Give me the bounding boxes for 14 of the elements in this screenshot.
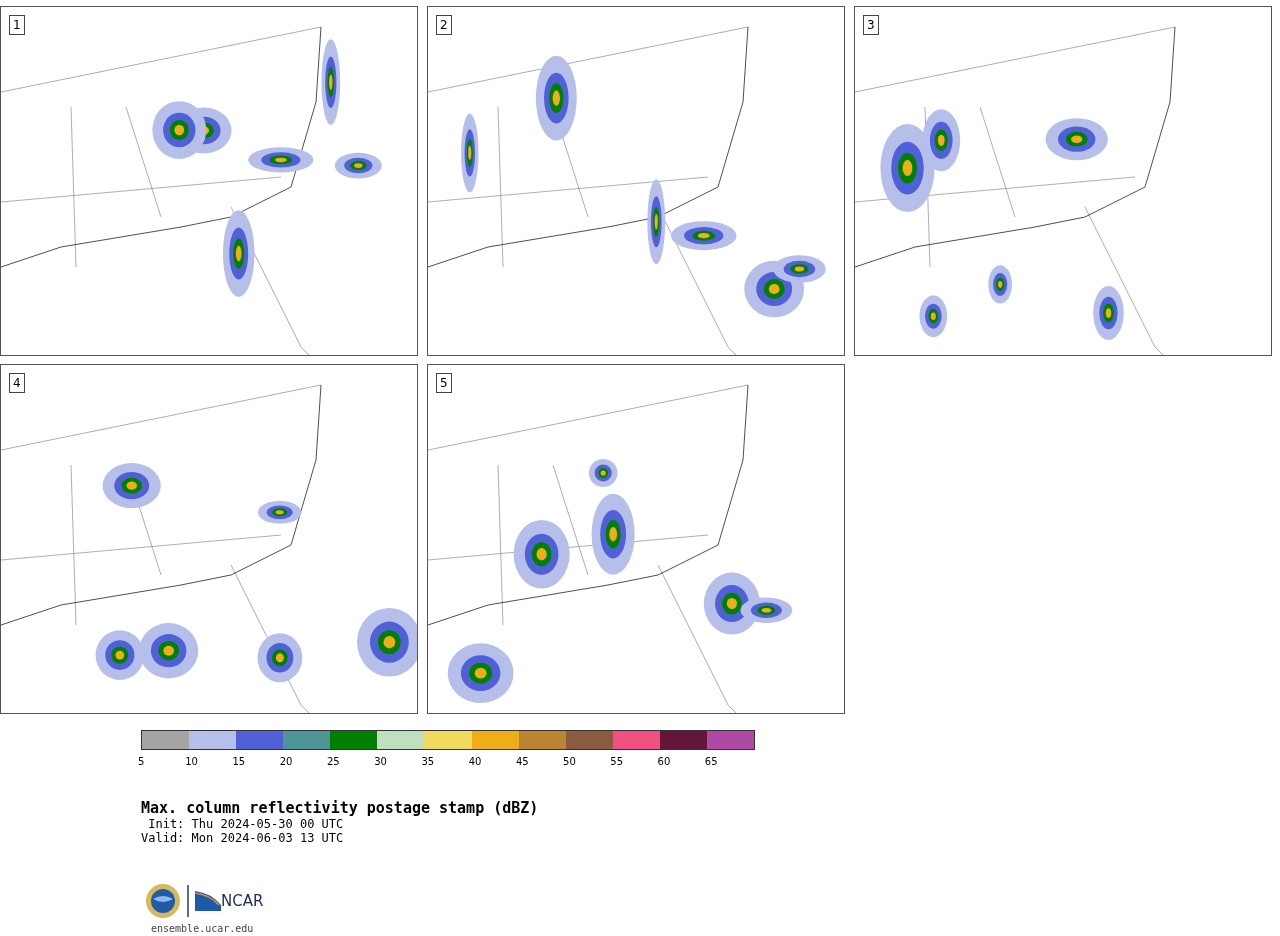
panel-number: 4 bbox=[9, 373, 25, 393]
ncar-swoosh-icon bbox=[195, 891, 221, 911]
site-url: ensemble.ucar.edu bbox=[151, 923, 255, 934]
scale-label: 65 bbox=[704, 756, 719, 767]
panel-number: 2 bbox=[436, 15, 452, 35]
panel-number: 5 bbox=[436, 373, 452, 393]
divider-icon bbox=[187, 885, 189, 917]
init-time: Init: Thu 2024-05-30 00 UTC bbox=[147, 817, 345, 831]
panel-number: 1 bbox=[9, 15, 25, 35]
ncar-logo-text: NCAR bbox=[221, 892, 264, 910]
globe-seal-icon bbox=[145, 883, 181, 919]
panel-number: 3 bbox=[863, 15, 879, 35]
chart-title: Max. column reflectivity postage stamp (dBZ) bbox=[141, 799, 540, 817]
valid-time: Valid: Mon 2024-06-03 13 UTC bbox=[141, 831, 345, 845]
